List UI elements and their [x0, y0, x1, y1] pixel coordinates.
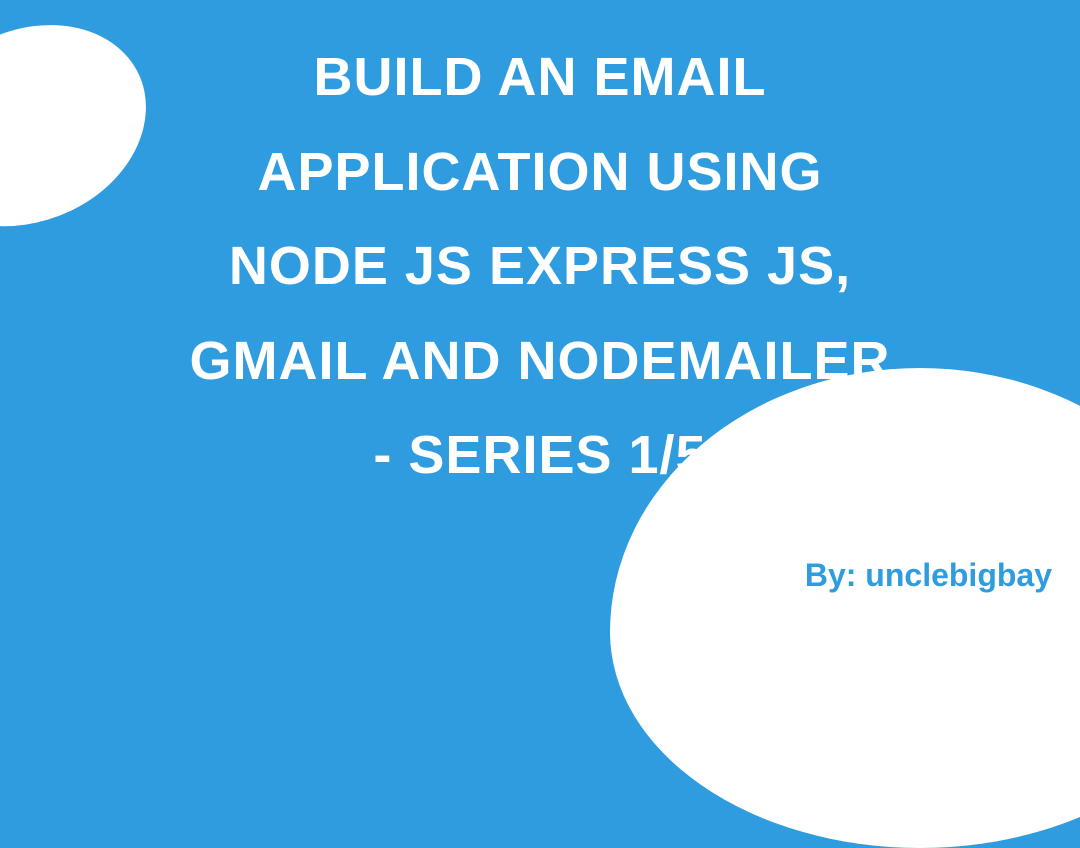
author-byline: By: unclebigbay — [805, 557, 1052, 594]
title-line-2: Application using — [90, 125, 990, 220]
title-line-4: Gmail and Nodemailer — [90, 314, 990, 409]
main-title: Build an email Application using Node Js… — [90, 30, 990, 503]
title-line-5: - Series 1/5 — [90, 408, 990, 503]
title-line-1: Build an email — [90, 30, 990, 125]
title-line-3: Node Js Express Js, — [90, 219, 990, 314]
